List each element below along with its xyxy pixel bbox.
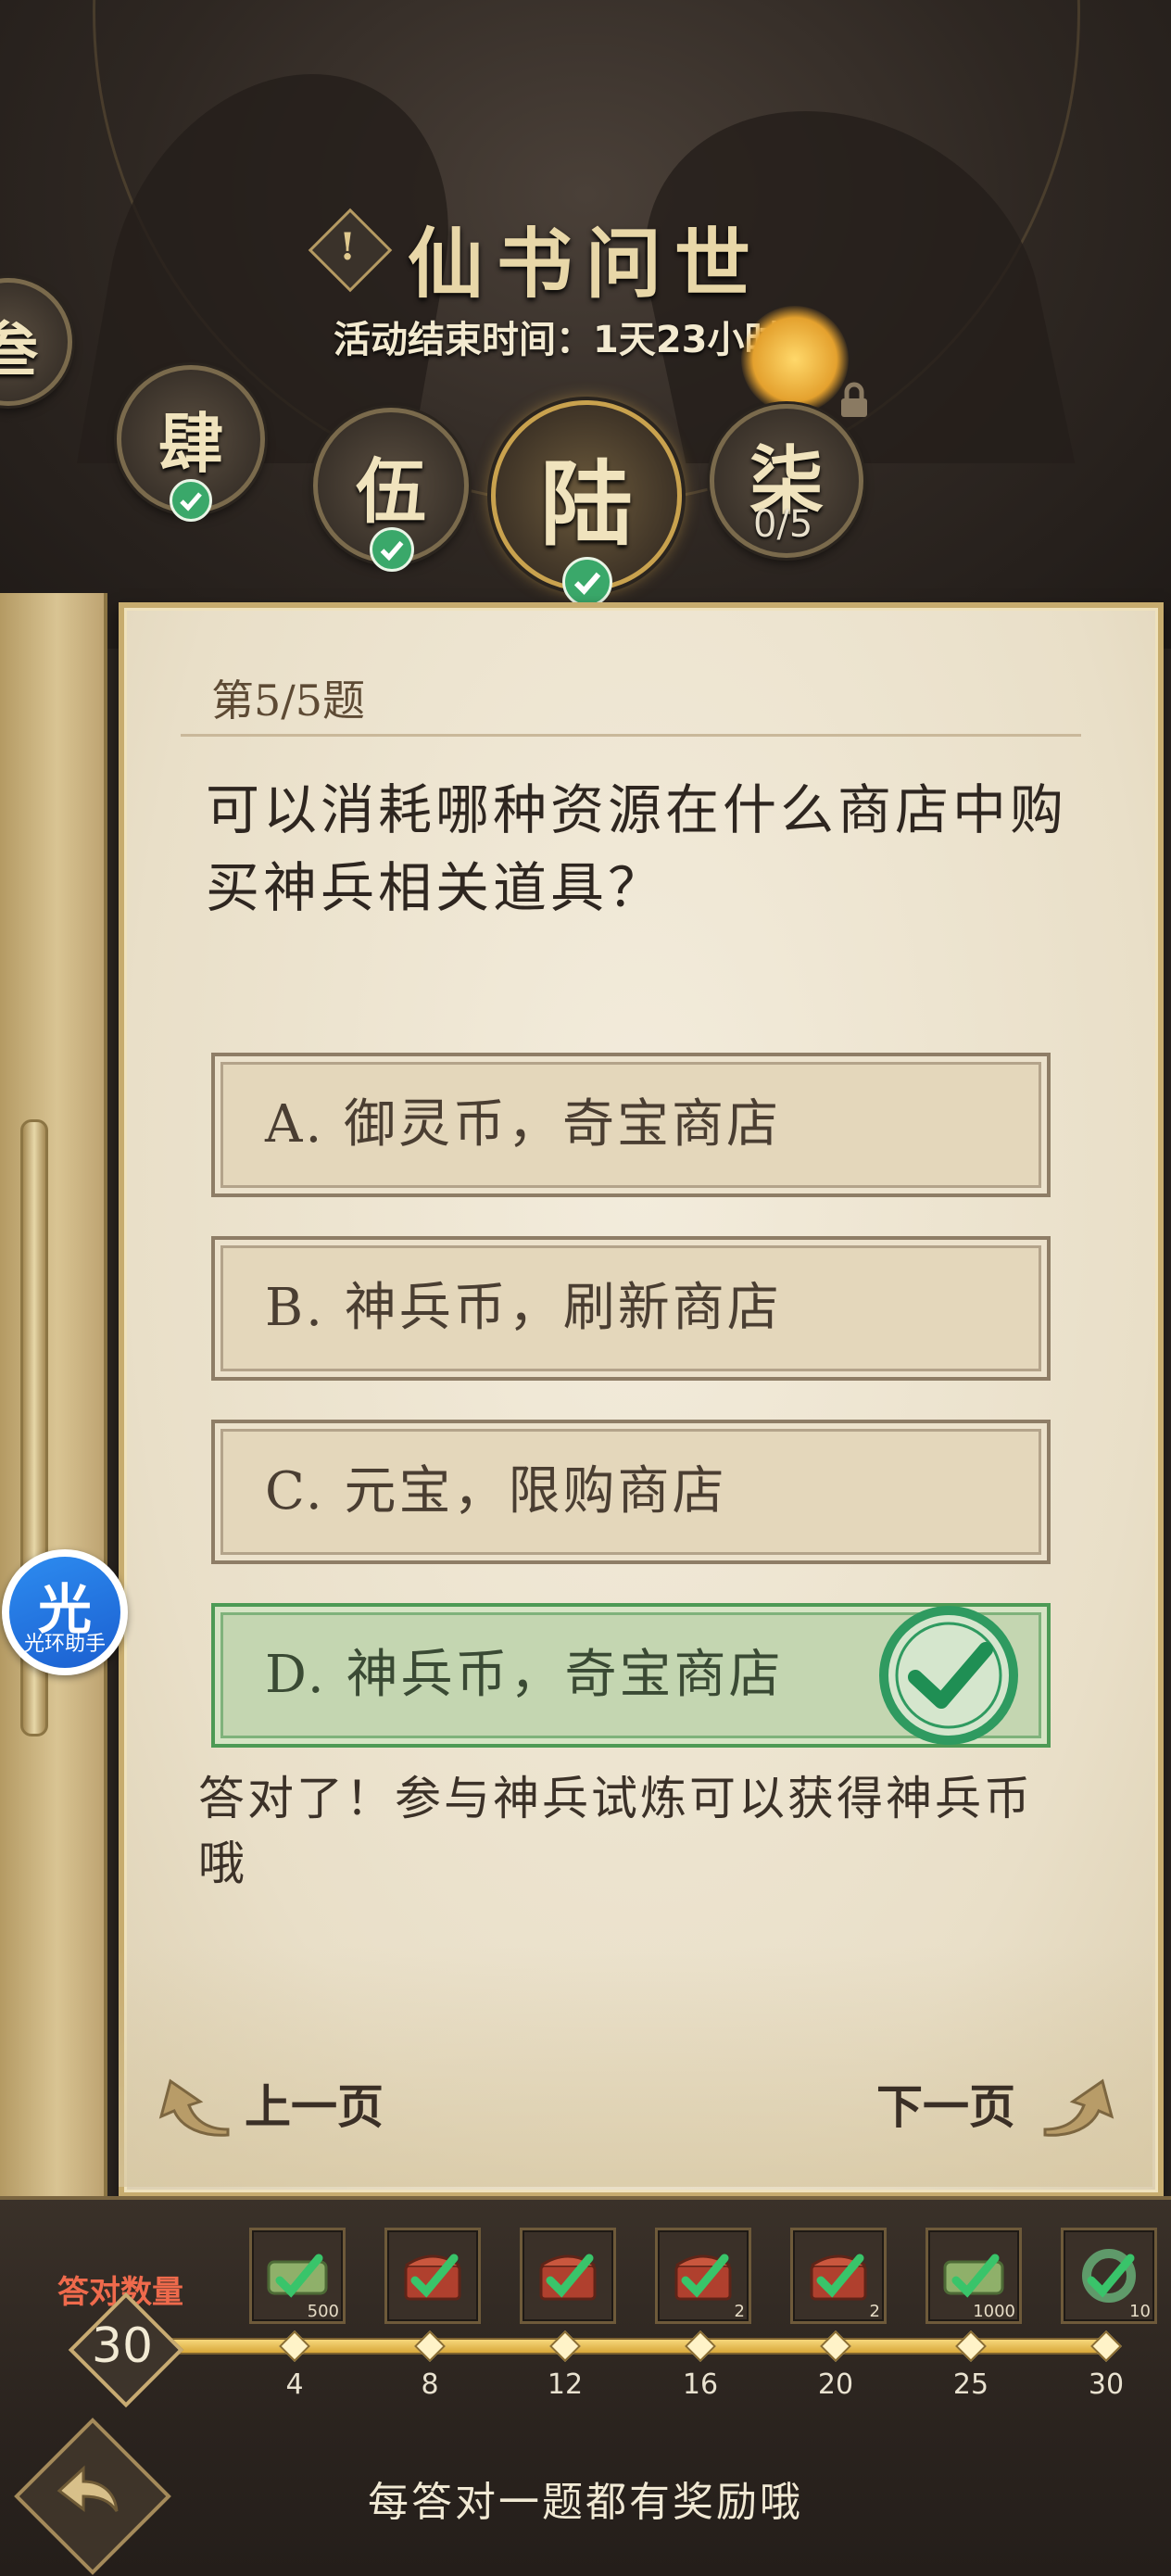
milestone-label: 8 bbox=[421, 2368, 439, 2401]
option-a-button[interactable]: A. 御灵币，奇宝商店 bbox=[211, 1053, 1051, 1197]
chapter-4-tab[interactable]: 肆 bbox=[117, 365, 265, 522]
chapter-glyph: 伍 bbox=[356, 450, 426, 533]
reward-quantity: 500 bbox=[307, 2302, 339, 2321]
reward-item-6[interactable]: 1000 bbox=[925, 2228, 1022, 2324]
reward-tip: 每答对一题都有奖励哦 bbox=[368, 2479, 803, 2526]
milestone-label: 25 bbox=[952, 2368, 989, 2401]
reward-item-4[interactable]: 2 bbox=[655, 2228, 751, 2324]
next-page-label: 下一页 bbox=[876, 2079, 1015, 2134]
prev-page-label: 上一页 bbox=[245, 2079, 384, 2134]
reward-quantity: 2 bbox=[734, 2302, 745, 2321]
option-label: C. 元宝，限购商店 bbox=[265, 1461, 727, 1522]
reward-item-2[interactable] bbox=[384, 2228, 481, 2324]
lock-icon bbox=[841, 382, 867, 417]
reward-item-7[interactable]: 10 bbox=[1061, 2228, 1157, 2324]
assistant-float-button[interactable]: 光 光环助手 bbox=[2, 1549, 128, 1675]
glowing-orb-icon bbox=[741, 306, 849, 413]
completed-check-icon bbox=[562, 557, 612, 607]
event-end-time: 活动结束时间：1天23小时 bbox=[334, 319, 782, 361]
chest-icon bbox=[674, 2254, 732, 2301]
milestone-label: 12 bbox=[547, 2368, 584, 2401]
option-label: B. 神兵币，刷新商店 bbox=[265, 1278, 782, 1338]
chest-icon bbox=[404, 2254, 461, 2301]
reward-quantity: 1000 bbox=[973, 2302, 1015, 2321]
milestone-label: 30 bbox=[1088, 2368, 1125, 2401]
correct-check-icon bbox=[879, 1606, 1018, 1745]
event-title: 仙书问世 bbox=[407, 220, 763, 309]
milestone-label: 20 bbox=[817, 2368, 854, 2401]
milestone-label: 4 bbox=[285, 2368, 304, 2401]
arrow-left-icon bbox=[158, 2078, 230, 2137]
reward-quantity: 10 bbox=[1129, 2302, 1151, 2321]
chapter-progress: 0/5 bbox=[753, 503, 813, 546]
option-label: A. 御灵币，奇宝商店 bbox=[265, 1094, 782, 1155]
prev-page-button[interactable]: 上一页 bbox=[152, 2070, 421, 2144]
assistant-badge: 光 光环助手 bbox=[9, 1557, 120, 1668]
reward-item-3[interactable] bbox=[520, 2228, 616, 2324]
chapter-7-tab[interactable]: 柒 0/5 bbox=[710, 404, 863, 558]
milestone-label: 16 bbox=[682, 2368, 719, 2401]
option-d-button[interactable]: D. 神兵币，奇宝商店 bbox=[211, 1603, 1051, 1748]
chest-icon bbox=[539, 2254, 597, 2301]
completed-check-icon bbox=[170, 479, 212, 522]
next-page-button[interactable]: 下一页 bbox=[871, 2070, 1130, 2144]
option-label: D. 神兵币，奇宝商店 bbox=[265, 1645, 784, 1705]
reward-item-1[interactable]: 500 bbox=[249, 2228, 346, 2324]
arrow-right-icon bbox=[1043, 2078, 1114, 2137]
option-c-button[interactable]: C. 元宝，限购商店 bbox=[211, 1420, 1051, 1564]
chapter-glyph: 陆 bbox=[540, 449, 633, 559]
chapter-glyph: 肆 bbox=[158, 405, 223, 482]
chapter-5-tab[interactable]: 伍 bbox=[313, 408, 469, 572]
paper-landscape bbox=[119, 1946, 1152, 2187]
completed-check-icon bbox=[370, 527, 414, 572]
question-text: 可以消耗哪种资源在什么商店中购买神兵相关道具？ bbox=[206, 778, 1068, 919]
answered-count-value: 30 bbox=[91, 2318, 154, 2374]
assistant-label: 光环助手 bbox=[23, 1633, 106, 1656]
option-b-button[interactable]: B. 神兵币，刷新商店 bbox=[211, 1236, 1051, 1381]
question-number: 第5/5题 bbox=[211, 676, 366, 726]
chest-icon bbox=[810, 2254, 867, 2301]
divider bbox=[181, 734, 1081, 737]
reward-quantity: 2 bbox=[869, 2302, 880, 2321]
side-decor-panel bbox=[0, 593, 107, 2205]
chapter-6-tab[interactable]: 陆 bbox=[491, 400, 682, 607]
reward-item-5[interactable]: 2 bbox=[790, 2228, 887, 2324]
answer-feedback: 答对了！参与神兵试炼可以获得神兵币哦 bbox=[198, 1772, 1033, 1890]
